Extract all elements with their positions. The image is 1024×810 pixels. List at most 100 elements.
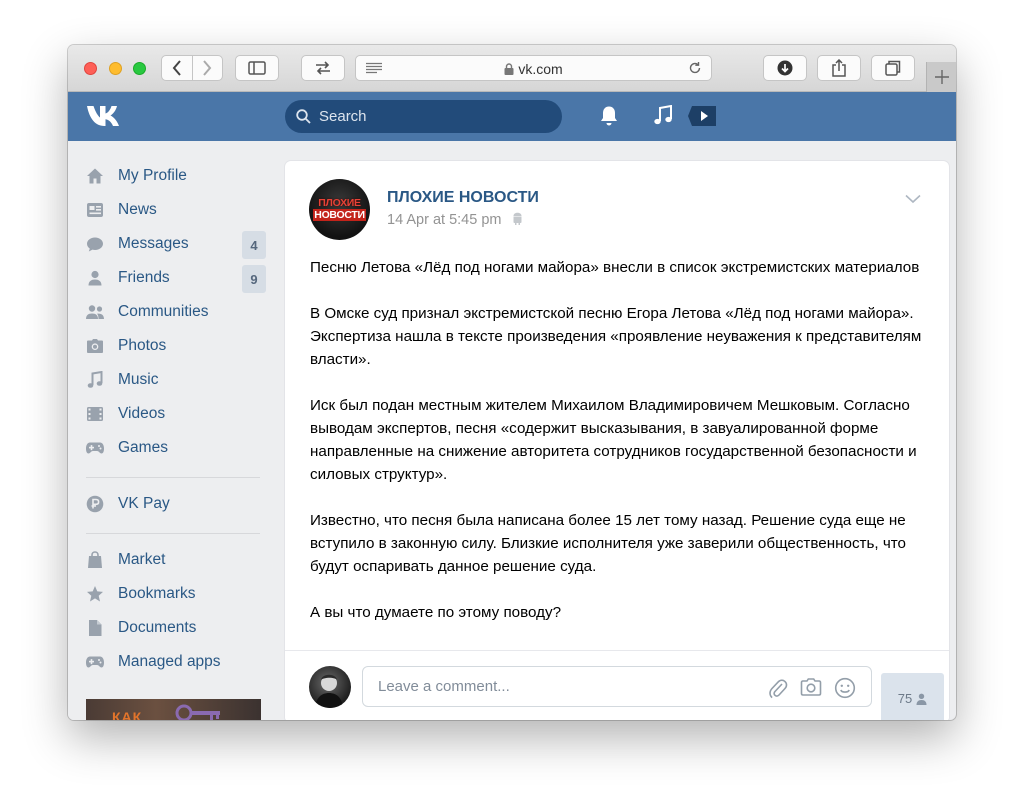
bag-icon xyxy=(88,551,102,568)
post-card: ПЛОХИЕ НОВОСТИ ПЛОХИЕ НОВОСТИ 14 Apr at … xyxy=(285,161,949,720)
sidebar-divider xyxy=(86,533,260,534)
ad-text: КАК xyxy=(112,709,143,720)
music-icon xyxy=(87,371,103,388)
sidebar-item-label: Music xyxy=(118,371,159,388)
chevron-down-icon[interactable] xyxy=(905,194,921,204)
search-box[interactable]: Search xyxy=(285,100,562,133)
sidebar-item-photos[interactable]: Photos xyxy=(76,331,266,361)
gamepad-icon xyxy=(86,442,104,454)
sidebar-toggle-button[interactable] xyxy=(235,55,279,81)
forward-button[interactable] xyxy=(191,56,223,80)
sidebar-item-games[interactable]: Games xyxy=(76,433,266,463)
sidebar-item-friends[interactable]: Friends 9 xyxy=(76,263,266,293)
sidebar-item-communities[interactable]: Communities xyxy=(76,297,266,327)
close-window-button[interactable] xyxy=(84,62,97,75)
post-paragraph: Известно, что песня была написана более … xyxy=(310,512,907,575)
user-photo-icon xyxy=(315,674,343,708)
share-button[interactable] xyxy=(817,55,861,81)
share-icon xyxy=(832,59,846,77)
newsfeed-icon xyxy=(87,203,103,217)
person-icon xyxy=(916,693,927,705)
search-icon xyxy=(296,109,311,124)
sidebar-item-label: Communities xyxy=(118,303,209,320)
friend-requests-badge: 9 xyxy=(242,265,266,293)
zoom-window-button[interactable] xyxy=(133,62,146,75)
lock-icon xyxy=(504,63,514,75)
post-paragraph: Песню Летова «Лёд под ногами майора» вне… xyxy=(310,259,920,276)
comment-placeholder: Leave a comment... xyxy=(378,678,510,695)
sidebar-item-vk-pay[interactable]: VK Pay xyxy=(76,489,266,519)
post-paragraph: Иск был подан местным жителем Михаилом В… xyxy=(310,397,917,483)
sidebar-item-label: Market xyxy=(118,551,166,568)
sidebar-item-music[interactable]: Music xyxy=(76,365,266,395)
sidebar-item-label: VK Pay xyxy=(118,495,170,512)
sidebar-item-market[interactable]: Market xyxy=(76,545,266,575)
post-time-text: 14 Apr at 5:45 pm xyxy=(387,212,502,228)
minimize-window-button[interactable] xyxy=(109,62,122,75)
post-timestamp[interactable]: 14 Apr at 5:45 pm xyxy=(387,212,523,228)
new-tab-button[interactable] xyxy=(926,62,956,92)
sidebar-item-label: Managed apps xyxy=(118,653,221,670)
plus-icon xyxy=(934,70,949,84)
notifications-bell-icon[interactable] xyxy=(599,105,619,127)
sidebar-item-label: Games xyxy=(118,439,168,456)
vkpay-icon xyxy=(86,495,104,513)
sidebar-item-videos[interactable]: Videos xyxy=(76,399,266,429)
url-text: vk.com xyxy=(518,61,563,77)
sidebar-ad-banner[interactable]: КАК xyxy=(86,699,261,720)
sidebar-item-managed-apps[interactable]: Managed apps xyxy=(76,647,266,677)
camera-icon xyxy=(87,339,103,353)
user-avatar[interactable] xyxy=(309,666,351,708)
play-icon[interactable] xyxy=(688,104,718,128)
ad-key-icon xyxy=(175,704,220,720)
group-name-link[interactable]: ПЛОХИЕ НОВОСТИ xyxy=(387,189,539,207)
communities-icon xyxy=(86,305,104,319)
avatar-line-2: НОВОСТИ xyxy=(313,209,366,221)
sidebar-divider xyxy=(86,477,260,478)
sidebar-item-news[interactable]: News xyxy=(76,195,266,225)
comment-input[interactable]: Leave a comment... xyxy=(362,666,872,707)
sidebar-item-label: Friends xyxy=(118,269,170,286)
messages-icon xyxy=(87,237,103,252)
post-views-counter: 75 xyxy=(881,673,944,720)
paperclip-icon[interactable] xyxy=(768,677,788,699)
sidebar-item-label: My Profile xyxy=(118,167,187,184)
home-icon xyxy=(87,168,103,184)
history-nav xyxy=(161,55,223,81)
star-icon xyxy=(87,586,103,602)
download-icon xyxy=(777,60,793,76)
sidebar-item-bookmarks[interactable]: Bookmarks xyxy=(76,579,266,609)
tab-switch-button[interactable] xyxy=(301,55,345,81)
swap-arrows-icon xyxy=(316,61,330,75)
search-placeholder: Search xyxy=(319,108,367,125)
tabs-overview-button[interactable] xyxy=(871,55,915,81)
vk-logo-icon[interactable] xyxy=(86,104,126,128)
views-count: 75 xyxy=(897,691,913,706)
post-paragraph: А вы что думаете по этому поводу? xyxy=(310,604,562,621)
camera-icon[interactable] xyxy=(800,677,822,697)
address-bar[interactable]: vk.com xyxy=(355,55,712,81)
sidebar-item-label: Messages xyxy=(118,235,189,252)
smile-icon[interactable] xyxy=(834,677,856,699)
group-avatar[interactable]: ПЛОХИЕ НОВОСТИ xyxy=(309,179,370,240)
browser-window: vk.com Search My Profile News Messages 4… xyxy=(68,45,956,720)
reload-icon[interactable] xyxy=(688,61,702,75)
downloads-button[interactable] xyxy=(763,55,807,81)
sidebar-item-my-profile[interactable]: My Profile xyxy=(76,161,266,191)
back-button[interactable] xyxy=(162,56,192,80)
left-sidebar: My Profile News Messages 4 Friends 9 Com… xyxy=(68,141,278,720)
sidebar-icon xyxy=(248,61,266,75)
sidebar-item-label: Documents xyxy=(118,619,197,636)
sidebar-item-documents[interactable]: Documents xyxy=(76,613,266,643)
sidebar-item-label: News xyxy=(118,201,157,218)
music-note-icon[interactable] xyxy=(653,105,673,127)
avatar-line-1: ПЛОХИЕ xyxy=(318,197,361,209)
film-icon xyxy=(87,407,103,421)
unread-count-badge: 4 xyxy=(242,231,266,259)
chevron-right-icon xyxy=(203,60,212,76)
sidebar-item-messages[interactable]: Messages 4 xyxy=(76,229,266,259)
sidebar-item-label: Bookmarks xyxy=(118,585,196,602)
gamepad-icon xyxy=(86,656,104,668)
post-text: Песню Летова «Лёд под ногами майора» вне… xyxy=(310,256,930,647)
android-icon xyxy=(513,212,521,225)
